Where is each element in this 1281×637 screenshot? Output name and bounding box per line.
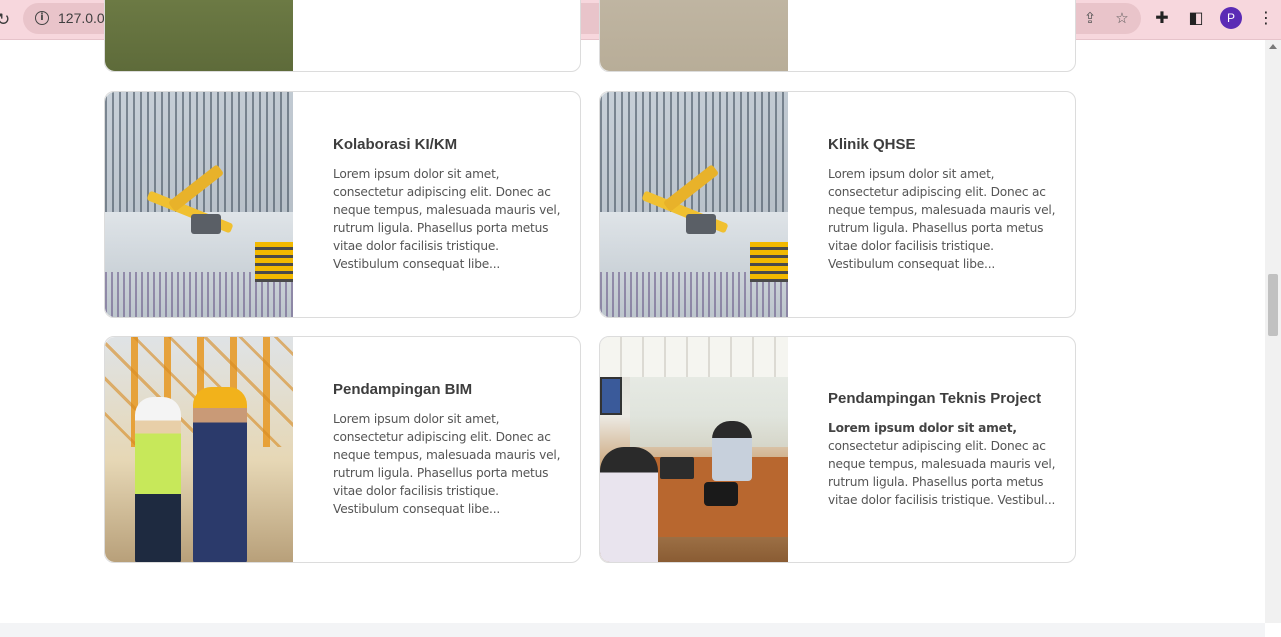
service-card-partial-right[interactable]	[599, 0, 1076, 72]
page-scrollbar[interactable]	[1265, 40, 1281, 623]
card-description: Lorem ipsum dolor sit amet, consectetur …	[828, 419, 1056, 509]
scrollbar-thumb[interactable]	[1268, 274, 1278, 336]
card-title[interactable]: Pendampingan BIM	[333, 381, 561, 398]
office-meeting-image	[600, 337, 788, 562]
service-card[interactable]: Pendampingan Teknis Project Lorem ipsum …	[599, 336, 1076, 563]
card-description-rest: consectetur adipiscing elit. Donec ac ne…	[828, 439, 1056, 507]
card-description: Lorem ipsum dolor sit amet, consectetur …	[828, 167, 1056, 271]
card-title[interactable]: Pendampingan Teknis Project	[828, 390, 1056, 407]
extensions-icon[interactable]: ✚	[1152, 7, 1172, 29]
side-panel-icon[interactable]: ◧	[1186, 7, 1206, 29]
construction-site-image	[105, 92, 293, 317]
card-description-bold: Lorem ipsum dolor sit amet,	[828, 421, 1017, 435]
share-icon[interactable]: ⇪	[1081, 8, 1099, 28]
service-card[interactable]: Klinik QHSE Lorem ipsum dolor sit amet, …	[599, 91, 1076, 318]
reload-icon[interactable]: ↻	[0, 9, 12, 31]
service-card[interactable]: Pendampingan BIM Lorem ipsum dolor sit a…	[104, 336, 581, 563]
site-info-icon[interactable]: i	[35, 11, 49, 25]
card-title[interactable]: Kolaborasi KI/KM	[333, 136, 561, 153]
service-card-partial-left[interactable]	[104, 0, 581, 72]
card-image	[105, 0, 293, 71]
construction-workers-image	[105, 337, 293, 562]
construction-site-image	[600, 92, 788, 317]
profile-avatar[interactable]: P	[1220, 7, 1242, 29]
bookmark-star-icon[interactable]: ☆	[1113, 8, 1131, 28]
card-description: Lorem ipsum dolor sit amet, consectetur …	[333, 412, 561, 516]
card-description: Lorem ipsum dolor sit amet, consectetur …	[333, 167, 561, 271]
scroll-up-arrow-icon[interactable]	[1269, 44, 1277, 49]
card-title[interactable]: Klinik QHSE	[828, 136, 1056, 153]
card-image	[600, 0, 788, 71]
menu-icon[interactable]: ⋮	[1256, 7, 1276, 29]
service-card[interactable]: Kolaborasi KI/KM Lorem ipsum dolor sit a…	[104, 91, 581, 318]
footer-band	[0, 623, 1265, 637]
